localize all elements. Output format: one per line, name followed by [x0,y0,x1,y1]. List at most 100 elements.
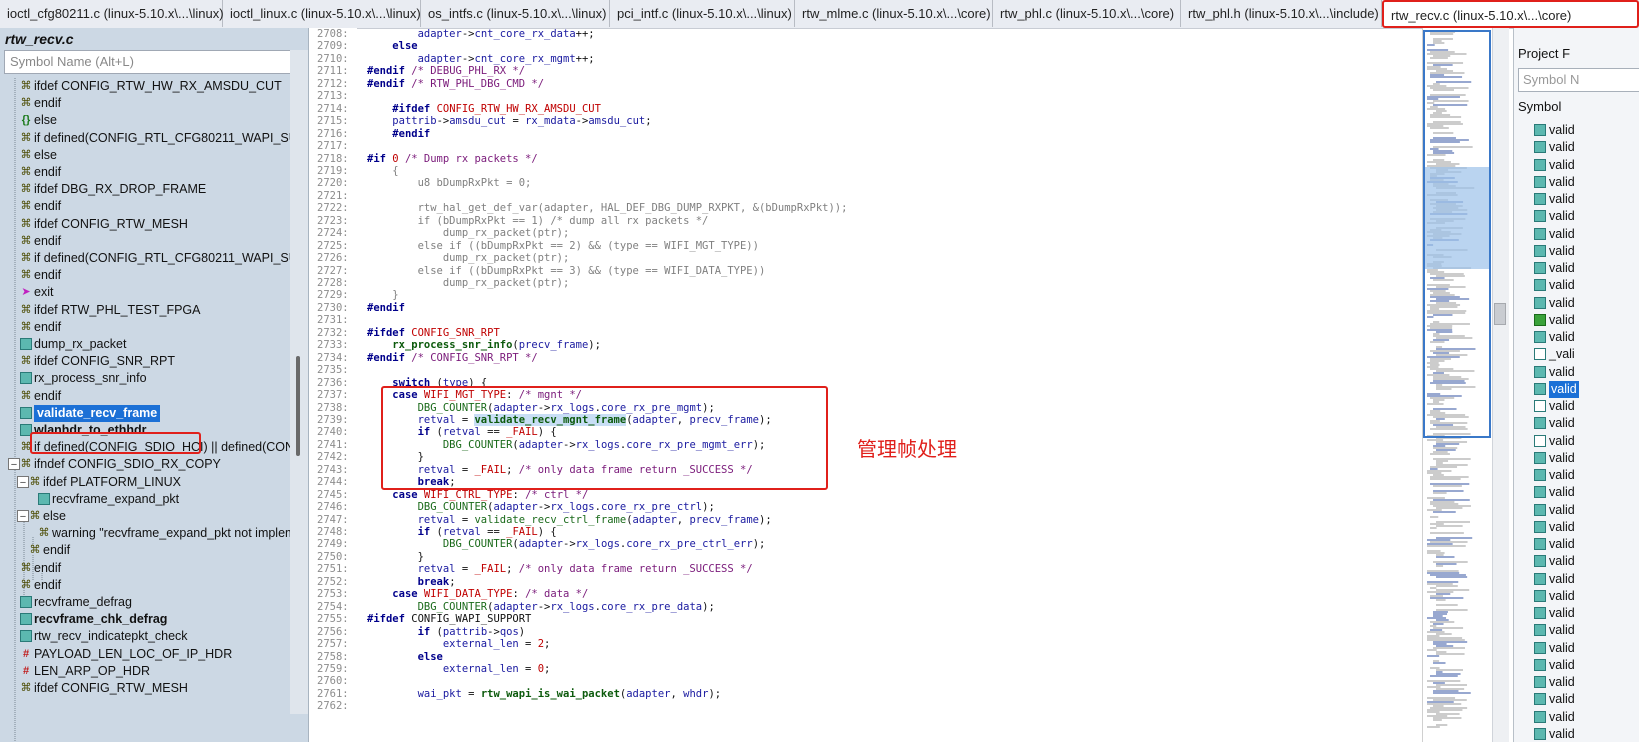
symbol-list-item[interactable]: # LEN_ARP_OP_HDR [0,663,290,680]
code-line: 2759: external_len = 0; [309,663,1422,675]
code-line: 2723: if (bDumpRxPkt == 1) /* dump all r… [309,215,1422,227]
editor-tab[interactable]: rtw_mlme.c (linux-5.10.x\...\core) [795,0,993,27]
project-symbol-search-input[interactable]: Symbol N [1518,68,1639,92]
symbol-list-item[interactable]: recvframe_chk_defrag [0,611,290,628]
code-text: DBG_COUNTER(adapter->rx_logs.core_rx_pre… [417,600,715,613]
project-symbol-label: valid [1549,380,1579,398]
symbol-label: else [34,147,57,162]
code-text: adapter->cnt_core_rx_data++; [417,28,595,40]
editor-tab[interactable]: os_intfs.c (linux-5.10.x\...\linux) [421,0,610,27]
symbol-list-item[interactable]: ⌘ endif [0,319,290,336]
editor-tab[interactable]: rtw_recv.c (linux-5.10.x\...\core) [1382,0,1639,28]
code-text: dump_rx_packet(ptr); [442,227,570,240]
symbol-list-item[interactable]: ⌘ else [0,147,290,164]
minimap-region-frame [1423,30,1491,438]
code-text: else [392,40,418,53]
symbol-list-item[interactable]: recvframe_defrag [0,594,290,611]
define-icon: ⌘ [20,234,32,247]
symbol-list-item[interactable]: ⌘ endif [0,198,290,215]
project-symbol-label: valid [1549,502,1575,517]
symbol-list-item[interactable]: rtw_recv_indicatepkt_check [0,628,290,645]
symbol-search-input[interactable]: Symbol Name (Alt+L) [4,50,304,74]
symbol-list-item[interactable]: − ⌘ ifdef PLATFORM_LINUX [0,474,290,491]
symbol-list-header[interactable]: Symbol [1518,96,1561,118]
symbol-list-item[interactable]: ⌘ endif [0,542,290,559]
collapse-toggle-icon[interactable]: − [17,510,29,523]
symbol-list-item[interactable]: ⌘ ifdef CONFIG_RTW_MESH [0,216,290,233]
editor-scroll-thumb[interactable] [1494,303,1506,325]
symbol-list-item[interactable]: ⌘if defined(CONFIG_RTL_CFG80211_WAPI_SUP… [0,130,291,147]
line-number: 2741: [317,438,349,451]
line-number: 2725: [317,239,349,252]
code-text: wai_pkt = rtw_wapi_is_wai_packet(adapter… [417,687,722,700]
symbol-list-item[interactable]: ⌘ ifdef CONFIG_RTW_MESH [0,680,290,697]
line-number: 2713: [317,90,349,103]
symbol-list-item[interactable]: ⌘ endif [0,267,290,284]
code-text: #ifdef CONFIG_WAPI_SUPPORT [367,613,532,626]
collapse-toggle-icon[interactable]: − [17,475,29,489]
symbol-list-item[interactable]: ⌘ endif [0,560,290,577]
function-icon [20,406,32,419]
symbol-list-item[interactable]: ⌘ ifdef CONFIG_RTW_HW_RX_AMSDU_CUT [0,78,290,95]
symbol-label: rx_process_snr_info [34,371,147,386]
code-line: 2732: #ifdef CONFIG_SNR_RPT [309,327,1422,339]
symbol-label: ifdef RTW_PHL_TEST_FPGA [34,302,201,317]
project-symbol-label: _vali [1549,347,1575,362]
symbol-list-item[interactable]: − ⌘ ifndef CONFIG_SDIO_RX_COPY [0,456,290,473]
code-line: 2761: wai_pkt = rtw_wapi_is_wai_packet(a… [309,688,1422,700]
symbol-list-item[interactable]: validate_recv_frame [0,404,290,422]
function-icon [1534,658,1546,671]
symbol-list-item[interactable]: ⌘ warning "recvframe_expand_pkt not imple… [0,525,291,542]
symbol-list-item[interactable]: rx_process_snr_info [0,370,290,387]
hash-icon: # [22,664,30,677]
symbol-label: endif [34,388,62,403]
project-symbol-label: valid [1549,709,1575,724]
code-line: 2731: [309,314,1422,326]
editor-tab[interactable]: ioctl_cfg80211.c (linux-5.10.x\...\linux… [0,0,224,27]
line-number: 2715: [317,115,349,128]
symbol-list-item[interactable]: − ⌘ else [0,508,290,525]
symbol-list-item[interactable]: ⌘if defined(CONFIG_RTL_CFG80211_WAPI_SUP… [0,250,291,267]
collapse-toggle-icon[interactable]: − [8,458,20,471]
editor-tab[interactable]: rtw_phl.c (linux-5.10.x\...\core) [993,0,1181,27]
editor-tab[interactable]: ioctl_linux.c (linux-5.10.x\...\linux) [223,0,421,27]
project-symbol-label: valid [1549,312,1575,327]
symbol-list-item[interactable]: dump_rx_packet [0,336,290,353]
symbol-label: endif [34,319,62,334]
symbol-list-item[interactable]: ⌘ endif [0,233,290,250]
line-number: 2708: [317,28,349,40]
editor-tab[interactable]: rtw_phl.h (linux-5.10.x\...\include) [1181,0,1382,27]
symbol-list-item[interactable]: recvframe_expand_pkt [0,491,290,508]
function-icon [1534,244,1546,257]
function-icon [1534,382,1546,395]
symbol-label: warning "recvframe_expand_pkt not implem… [52,526,290,541]
symbol-list-item[interactable]: # PAYLOAD_LEN_LOC_OF_IP_HDR [0,646,290,663]
code-editor[interactable]: 2708: adapter->cnt_core_rx_data++; 2709: … [309,28,1422,742]
symbol-list-item[interactable]: ⌘ endif [0,164,290,181]
symbol-list-item[interactable]: ⌘ ifdef RTW_PHL_TEST_FPGA [0,302,290,319]
symbol-list-item[interactable]: ⌘ endif [0,388,290,405]
project-files-header[interactable]: Project F [1518,43,1570,65]
function-icon [1534,693,1546,706]
symbol-list-item[interactable]: ⌘ endif [0,577,290,594]
project-symbol-label: valid [1549,295,1575,310]
symbol-label: endif [34,268,62,283]
function-icon [1534,227,1546,240]
symbol-list-item[interactable]: {} else [0,112,290,129]
function-icon [1534,193,1546,205]
line-number: 2736: [317,376,349,389]
symbol-list-item[interactable]: ⌘ endif [0,95,290,112]
editor-vertical-scrollbar[interactable] [1492,28,1509,742]
symbol-window-scroll-thumb[interactable] [296,356,300,456]
symbol-list-item[interactable]: ➤ exit [0,284,290,301]
code-line: 2708: adapter->cnt_core_rx_data++; [309,28,1422,40]
code-text: external_len = 0; [442,662,551,675]
symbol-list-item[interactable]: ⌘ ifdef DBG_RX_DROP_FRAME [0,181,290,198]
hash-icon: # [22,647,30,660]
symbol-window-file-title: rtw_recv.c [5,31,74,47]
symbol-list: ⌘ ifdef CONFIG_RTW_HW_RX_AMSDU_CUT ⌘ endif{… [0,78,290,742]
highlight-box-selected-symbol [30,432,201,454]
editor-tab[interactable]: pci_intf.c (linux-5.10.x\...\linux) [610,0,795,27]
symbol-list-item[interactable]: ⌘ ifdef CONFIG_SNR_RPT [0,353,290,370]
code-text: break; [417,575,456,588]
